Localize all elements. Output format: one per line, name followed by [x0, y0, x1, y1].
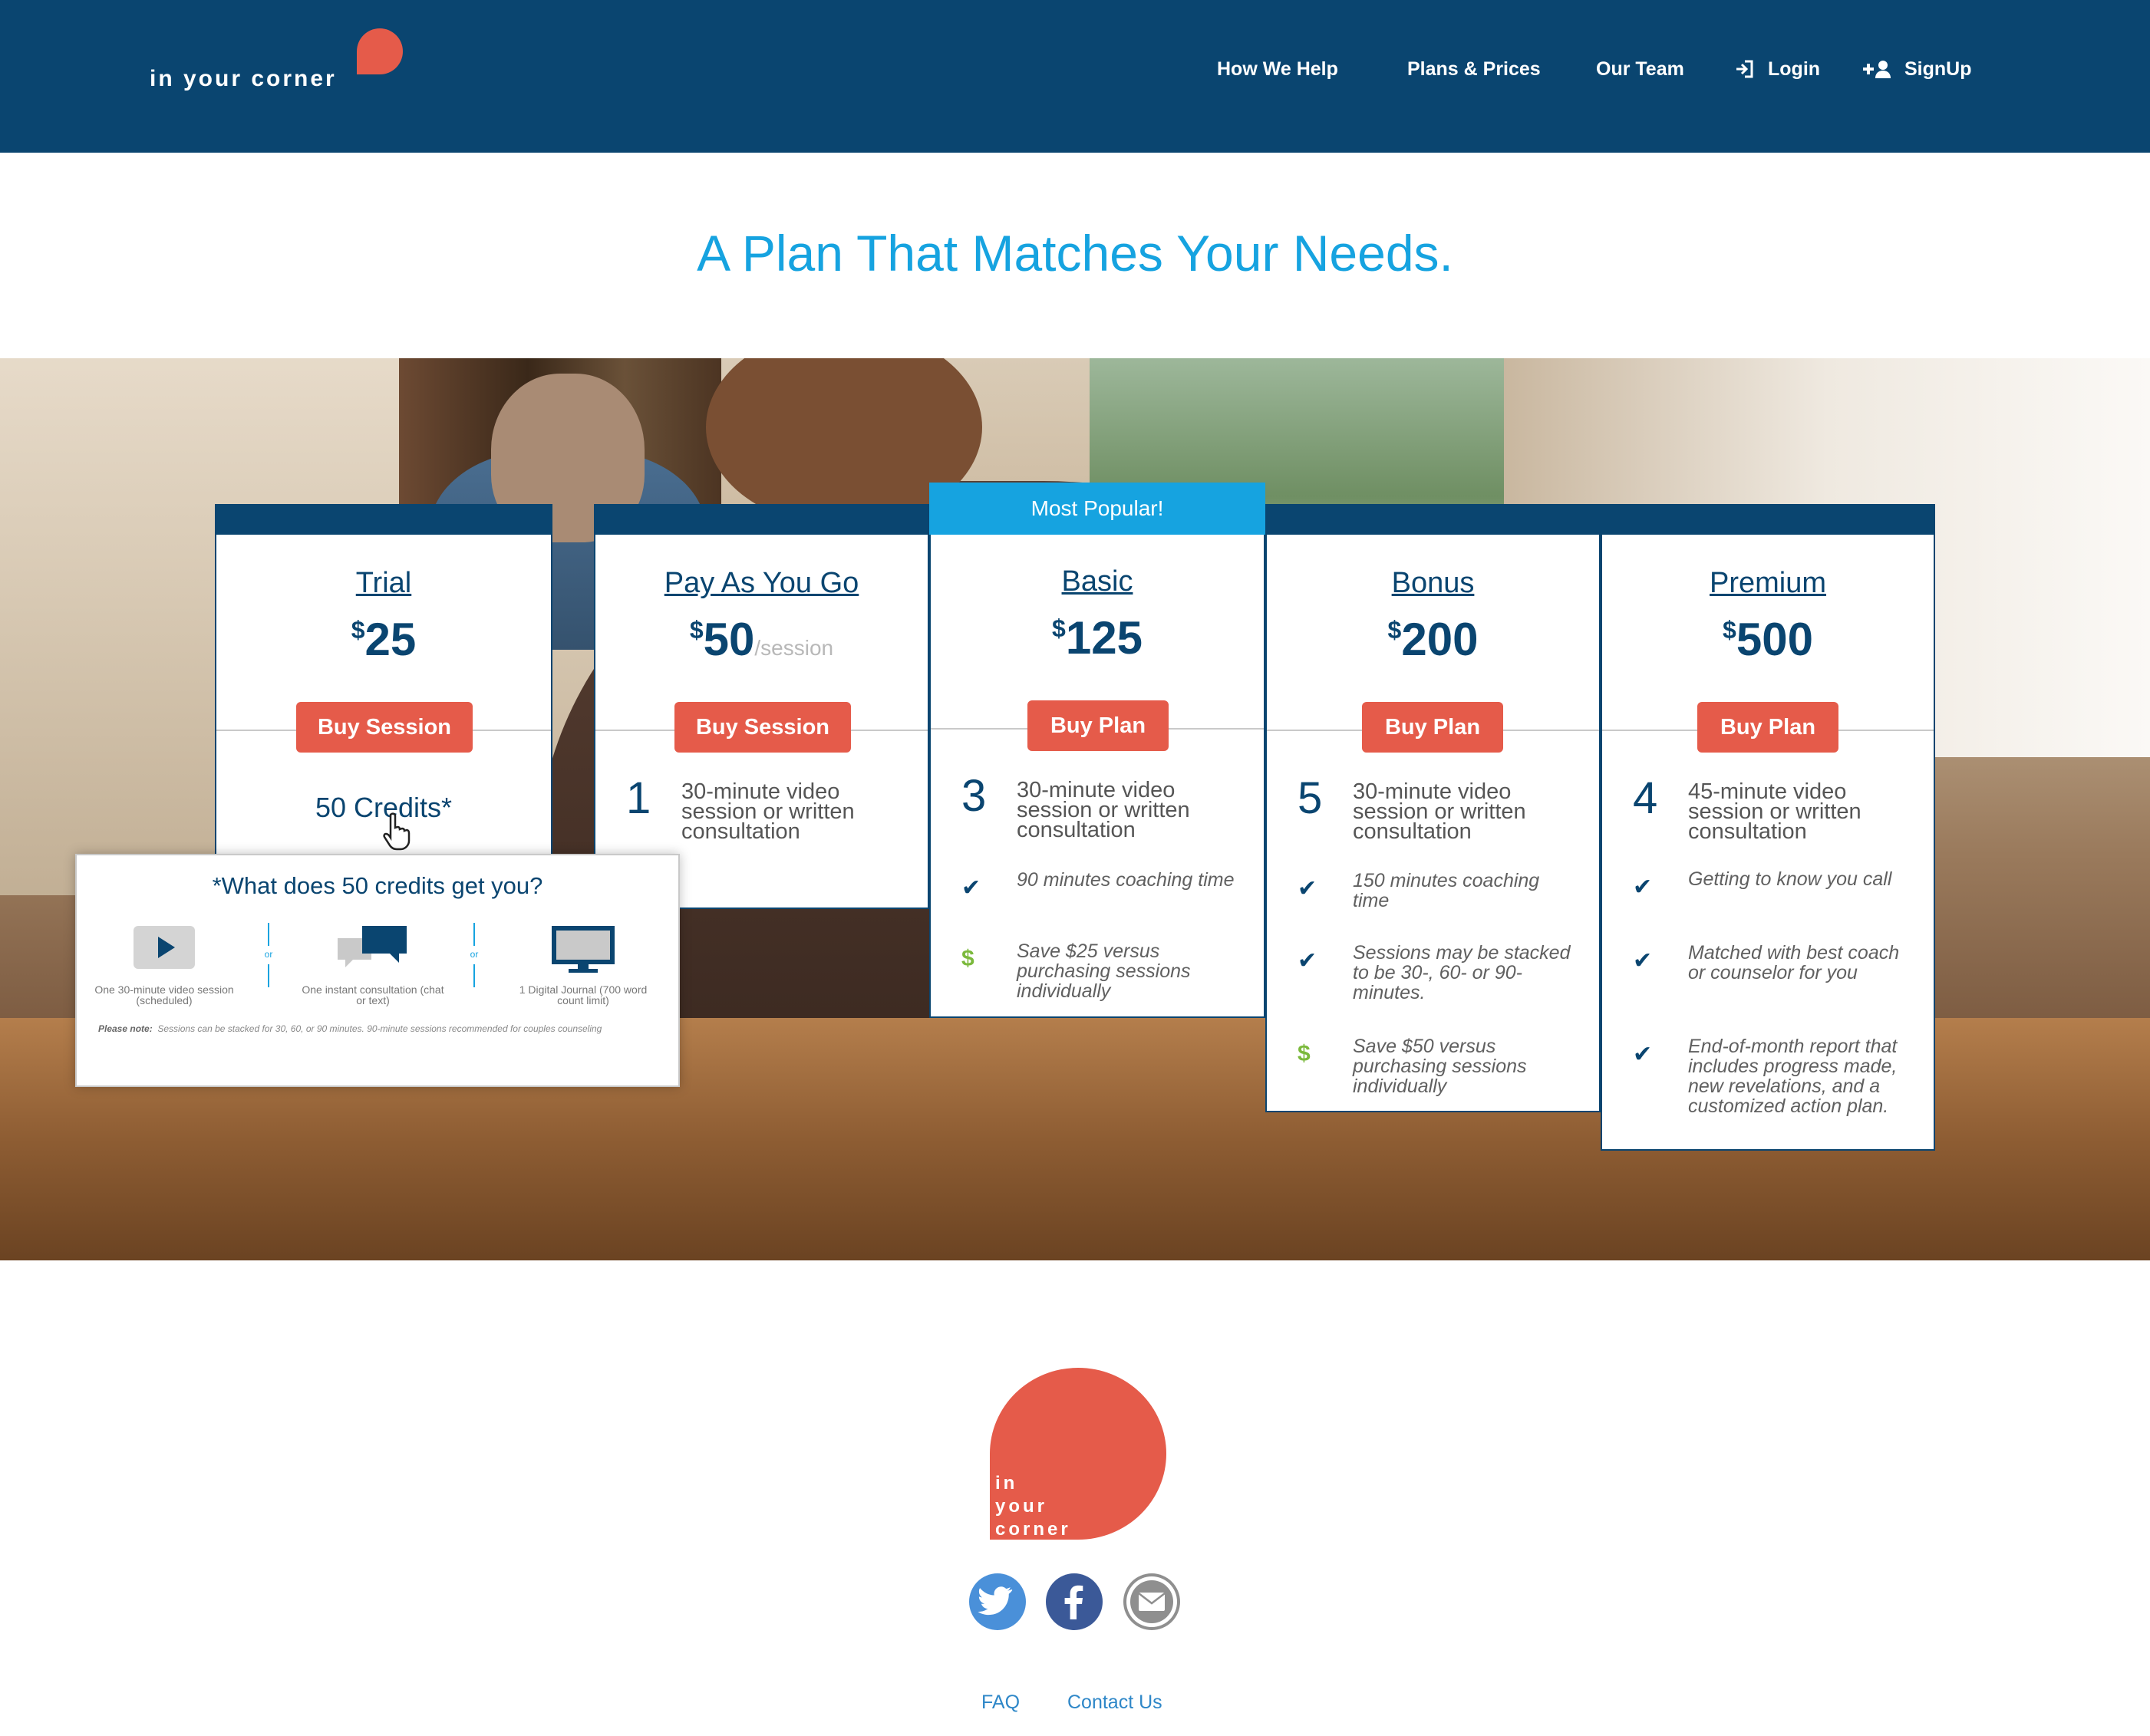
- plan-name[interactable]: Basic: [931, 565, 1264, 598]
- footer-link-contact-us[interactable]: Contact Us: [1067, 1692, 1162, 1714]
- session-count: 5: [1298, 773, 1323, 823]
- card-top-bar: [215, 504, 552, 535]
- plan-name[interactable]: Trial: [216, 567, 551, 600]
- popup-title: *What does 50 credits get you?: [212, 872, 543, 899]
- check-icon: ✔: [1298, 948, 1317, 973]
- footer-logo-text: in your corner: [995, 1473, 1071, 1540]
- session-description: 30-minute video session or written consu…: [681, 779, 855, 844]
- buy-session-button[interactable]: Buy Session: [296, 702, 473, 753]
- or-separator: or: [261, 923, 276, 987]
- nav-login[interactable]: Login: [1734, 55, 1820, 83]
- check-icon: ✔: [1633, 1042, 1653, 1067]
- nav-our-team[interactable]: Our Team: [1596, 55, 1684, 83]
- nav-label: SignUp: [1904, 58, 1972, 80]
- check-icon: ✔: [961, 875, 981, 901]
- nav-label: Our Team: [1596, 58, 1684, 80]
- buy-plan-button[interactable]: Buy Plan: [1362, 702, 1503, 753]
- buy-plan-button[interactable]: Buy Plan: [1027, 700, 1169, 751]
- card-top-bar: [1601, 504, 1935, 535]
- nav-plans-prices[interactable]: Plans & Prices: [1407, 55, 1541, 83]
- card-top-bar: [1265, 504, 1601, 535]
- option-caption: One instant consultation (chat or text): [302, 983, 444, 1006]
- page-title: A Plan That Matches Your Needs.: [697, 225, 1453, 282]
- email-icon[interactable]: [1123, 1573, 1180, 1630]
- login-icon: [1734, 58, 1756, 80]
- buy-session-button[interactable]: Buy Session: [674, 702, 851, 753]
- nav-label: Plans & Prices: [1407, 58, 1541, 80]
- credits-info-popup: *What does 50 credits get you? One 30-mi…: [75, 854, 680, 1087]
- nav-label: How We Help: [1217, 58, 1338, 80]
- session-description: 45-minute video session or written consu…: [1688, 779, 1861, 844]
- plan-card-premium: Premium $500 Buy Plan 4 45-minute video …: [1601, 504, 1935, 1151]
- check-icon: ✔: [1633, 948, 1653, 973]
- footer-link-faq[interactable]: FAQ: [981, 1692, 1020, 1714]
- dollar-icon: $: [961, 946, 974, 971]
- session-description: 30-minute video session or written consu…: [1017, 778, 1190, 842]
- logo-text: in your corner: [150, 66, 337, 91]
- credit-option-journal: 1 Digital Journal (700 word count limit): [506, 924, 660, 1006]
- plan-price: $25: [351, 614, 417, 665]
- check-icon: ✔: [1633, 875, 1653, 900]
- chat-bubbles-icon: [338, 926, 407, 967]
- plan-card-bonus: Bonus $200 Buy Plan 5 30-minute video se…: [1265, 504, 1601, 1112]
- session-count: 4: [1633, 773, 1658, 823]
- plan-name[interactable]: Premium: [1602, 567, 1934, 600]
- plan-name[interactable]: Bonus: [1267, 567, 1599, 600]
- plan-name[interactable]: Pay As You Go: [595, 567, 928, 600]
- twitter-icon[interactable]: [969, 1573, 1026, 1630]
- pointer-cursor-icon: [381, 812, 412, 852]
- plan-price: $50/session: [689, 614, 834, 665]
- plan-card-pay-as-you-go: Pay As You Go $50/session Buy Session 1 …: [594, 504, 929, 909]
- plan-price: $500: [1723, 614, 1813, 665]
- logo-blob: [357, 28, 403, 74]
- card-top-bar: [594, 504, 929, 535]
- footer-logo[interactable]: in your corner: [990, 1368, 1166, 1540]
- facebook-icon[interactable]: [1046, 1573, 1103, 1630]
- option-caption: One 30-minute video session (scheduled): [94, 983, 234, 1006]
- nav-label: Login: [1768, 58, 1821, 80]
- monitor-icon: [552, 926, 615, 973]
- brand-logo[interactable]: in your corner: [150, 28, 411, 97]
- video-play-icon: [134, 926, 195, 969]
- popup-note: Please note: Sessions can be stacked for…: [98, 1023, 602, 1034]
- session-description: 30-minute video session or written consu…: [1353, 779, 1526, 844]
- add-user-icon: [1861, 58, 1892, 80]
- plan-card-basic: Most Popular! Basic $125 Buy Plan 3 30-m…: [929, 483, 1265, 1018]
- credit-option-chat: One instant consultation (chat or text): [296, 924, 450, 1006]
- nav-how-we-help[interactable]: How We Help: [1217, 55, 1338, 83]
- site-header: in your corner How We Help Plans & Price…: [0, 0, 2150, 153]
- credit-option-video: One 30-minute video session (scheduled): [87, 924, 241, 1006]
- most-popular-badge: Most Popular!: [929, 483, 1265, 535]
- check-icon: ✔: [1298, 876, 1317, 901]
- session-count: 1: [626, 773, 651, 823]
- nav-signup[interactable]: SignUp: [1861, 55, 1972, 83]
- dollar-icon: $: [1298, 1041, 1311, 1066]
- plan-price: $200: [1387, 614, 1479, 665]
- session-count: 3: [961, 771, 987, 821]
- or-separator: or: [467, 923, 482, 987]
- buy-plan-button[interactable]: Buy Plan: [1697, 702, 1838, 753]
- plan-price: $125: [1052, 612, 1143, 664]
- option-caption: 1 Digital Journal (700 word count limit): [519, 983, 648, 1006]
